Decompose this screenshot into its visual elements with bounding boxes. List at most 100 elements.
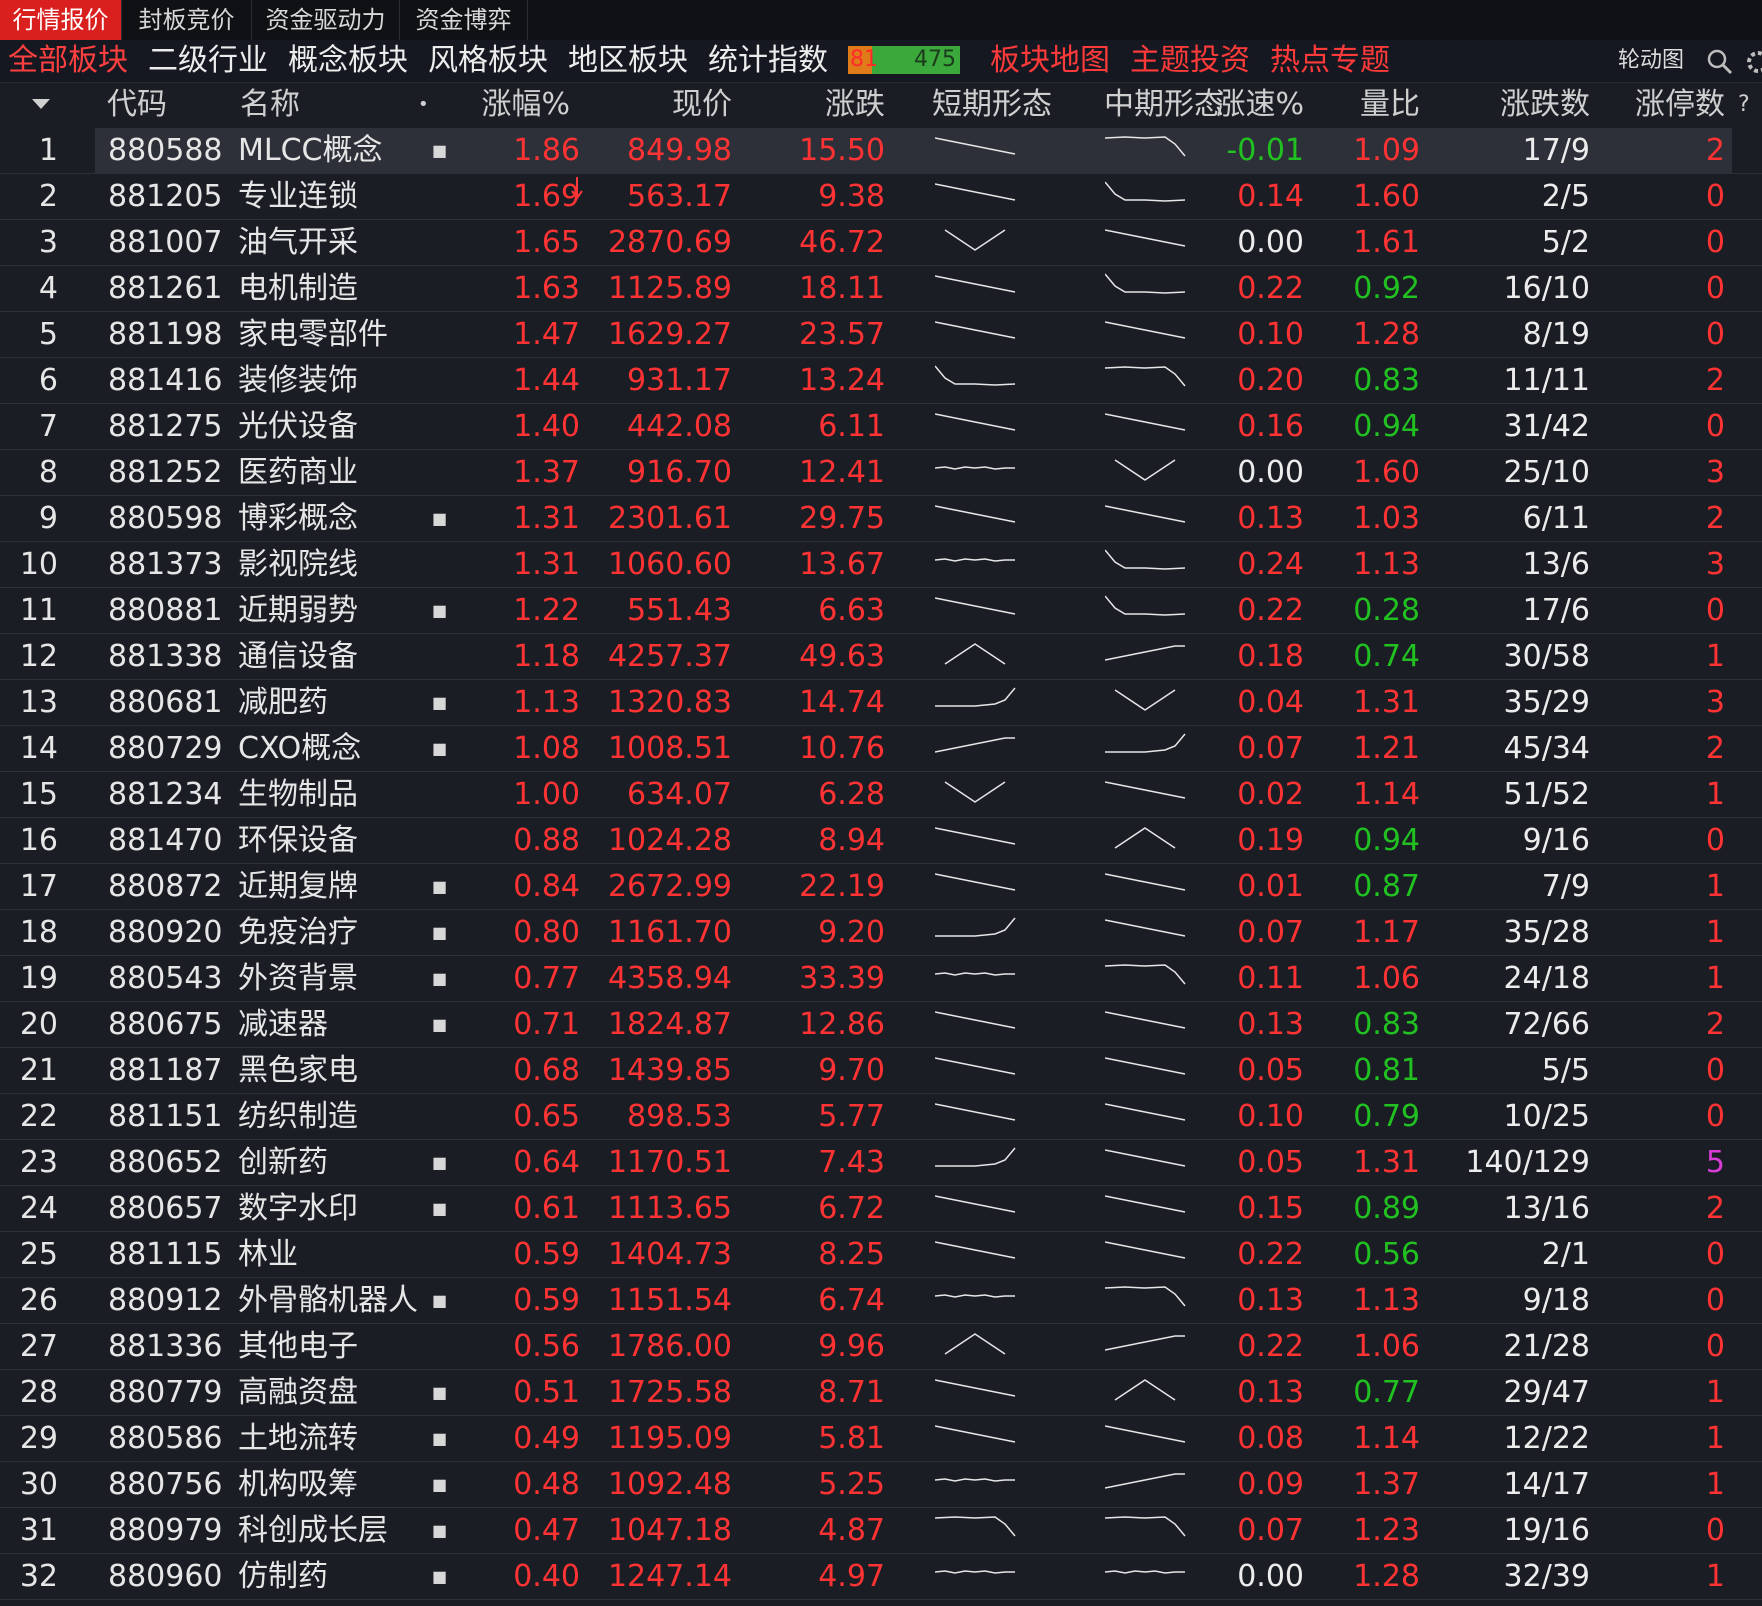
table-row[interactable]: 15 881234 生物制品 1.00 634.07 6.28 0.02 1.14 51/52 1	[0, 772, 1762, 818]
short-pattern-sparkline	[935, 1516, 1016, 1537]
category-concept[interactable]: 概念板块	[288, 40, 408, 82]
price-value: 1404.73	[607, 1237, 732, 1272]
table-row[interactable]: 25 881115 林业 0.59 1404.73 8.25 0.22 0.56 2/1 0	[0, 1232, 1762, 1278]
column-header-dot[interactable]: •	[418, 83, 429, 127]
table-row[interactable]: 20 880675 减速器 ■ 0.71 1824.87 12.86 0.13 0.83 72/6…	[0, 1002, 1762, 1048]
table-row[interactable]: 6 881416 装修装饰 1.44 931.17 13.24 0.20 0.83 11/11 2	[0, 358, 1762, 404]
volume-ratio-value: 1.28	[1353, 1559, 1420, 1594]
table-row[interactable]: 23 880652 创新药 ■ 0.64 1170.51 7.43 0.05 1.31 140/1…	[0, 1140, 1762, 1186]
sector-map-link[interactable]: 板块地图	[990, 40, 1110, 82]
table-row[interactable]: 19 880543 外资背景 ■ 0.77 4358.94 33.39 0.11 1.06 24/…	[0, 956, 1762, 1002]
change-value: 5.77	[818, 1099, 885, 1134]
column-header-change[interactable]: 涨跌	[760, 83, 885, 127]
column-header-price[interactable]: 现价	[600, 83, 732, 127]
mid-pattern-sparkline	[1105, 321, 1186, 339]
speed-value: 0.20	[1237, 363, 1304, 398]
updown-count-value: 11/11	[1503, 363, 1590, 398]
short-pattern-sparkline	[935, 1241, 1016, 1259]
table-row[interactable]: 9 880598 博彩概念 ■ 1.31 2301.61 29.75 0.13 1.03 6/11…	[0, 496, 1762, 542]
short-pattern-sparkline	[935, 365, 1016, 386]
table-row[interactable]: 5 881198 家电零部件 1.47 1629.27 23.57 0.10 1.28 8/19…	[0, 312, 1762, 358]
table-row[interactable]: 8 881252 医药商业 1.37 916.70 12.41 0.00 1.60 25/10 3	[0, 450, 1762, 496]
sector-name: 减肥药	[238, 685, 328, 720]
table-row[interactable]: 11 880881 近期弱势 ■ 1.22 551.43 6.63 0.22 0.28 17/6 0	[0, 588, 1762, 634]
volume-ratio-value: 1.03	[1353, 501, 1420, 536]
column-header-limit-up-count[interactable]: 涨停数	[1620, 83, 1725, 127]
table-row[interactable]: 28 880779 高融资盘 ■ 0.51 1725.58 8.71 0.13 0.77 29/4…	[0, 1370, 1762, 1416]
table-row[interactable]: 32 880960 仿制药 ■ 0.40 1247.14 4.97 0.00 1.28 32/39…	[0, 1554, 1762, 1600]
help-icon[interactable]: ?	[1738, 83, 1750, 127]
speed-value: 0.13	[1237, 1283, 1304, 1318]
short-pattern-sparkline	[935, 558, 1015, 562]
table-row[interactable]: 30 880756 机构吸筹 ■ 0.48 1092.48 5.25 0.09 1.37 14/1…	[0, 1462, 1762, 1508]
tab-quotes[interactable]: 行情报价	[0, 0, 122, 40]
mid-pattern-sparkline	[1105, 1103, 1186, 1121]
table-row[interactable]: 14 880729 CXO概念 ■ 1.08 1008.51 10.76 0.07 1.21 45…	[0, 726, 1762, 772]
sector-code: 880729	[108, 731, 223, 766]
table-row[interactable]: 1 880588 MLCC概念 ■ 1.86 849.98 15.50 -0.01 1.09 17…	[0, 128, 1762, 174]
category-stat-index[interactable]: 统计指数	[708, 40, 828, 82]
sector-code: 881275	[108, 409, 223, 444]
price-value: 2870.69	[607, 225, 732, 260]
theme-invest-link[interactable]: 主题投资	[1130, 40, 1250, 82]
row-index: 8	[38, 455, 58, 490]
tab-capital-drive[interactable]: 资金驱动力	[252, 0, 400, 40]
column-header-short-pattern[interactable]: 短期形态	[932, 83, 1052, 127]
search-icon[interactable]	[1706, 48, 1734, 76]
sector-code: 880920	[108, 915, 223, 950]
sort-menu-icon[interactable]	[30, 97, 52, 111]
sector-name: 数字水印	[238, 1191, 358, 1226]
sector-name: 黑色家电	[238, 1053, 358, 1088]
short-pattern-sparkline	[935, 505, 1016, 523]
price-value: 551.43	[627, 593, 732, 628]
table-row[interactable]: 4 881261 电机制造 1.63 1125.89 18.11 0.22 0.92 16/10…	[0, 266, 1762, 312]
change-pct-value: 1.69	[513, 179, 580, 214]
table-row[interactable]: 16 881470 环保设备 0.88 1024.28 8.94 0.19 0.94 9/16 0	[0, 818, 1762, 864]
category-all[interactable]: 全部板块	[8, 40, 128, 82]
table-row[interactable]: 26 880912 外骨骼机器人 ■ 0.59 1151.54 6.74 0.13 1.13 9/…	[0, 1278, 1762, 1324]
column-header-speed[interactable]: 涨速%	[1190, 83, 1304, 127]
updown-count-value: 140/129	[1465, 1145, 1590, 1180]
table-row[interactable]: 21 881187 黑色家电 0.68 1439.85 9.70 0.05 0.81 5/5 0	[0, 1048, 1762, 1094]
table-row[interactable]: 18 880920 免疫治疗 ■ 0.80 1161.70 9.20 0.07 1.17 35/2…	[0, 910, 1762, 956]
table-row[interactable]: 13 880681 减肥药 ■ 1.13 1320.83 14.74 0.04 1.31 35/2…	[0, 680, 1762, 726]
rotation-chart-link[interactable]: 轮动图	[1618, 40, 1684, 82]
column-header-change-pct[interactable]: 涨幅%	[440, 83, 570, 127]
category-style[interactable]: 风格板块	[428, 40, 548, 82]
table-row[interactable]: 7 881275 光伏设备 1.40 442.08 6.11 0.16 0.94 31/42 0	[0, 404, 1762, 450]
updown-count-value: 24/18	[1503, 961, 1590, 996]
table-row[interactable]: 12 881338 通信设备 1.18 4257.37 49.63 0.18 0.74 30/5…	[0, 634, 1762, 680]
tab-capital-game[interactable]: 资金博弈	[400, 0, 528, 40]
table-row[interactable]: 22 881151 纺织制造 0.65 898.53 5.77 0.10 0.79 10/25 0	[0, 1094, 1762, 1140]
column-header-volume-ratio[interactable]: 量比	[1330, 83, 1420, 127]
mid-pattern-sparkline	[1105, 505, 1186, 523]
table-row[interactable]: 27 881336 其他电子 0.56 1786.00 9.96 0.22 1.06 21/28…	[0, 1324, 1762, 1370]
column-header-code[interactable]: 代码	[107, 83, 167, 127]
tab-limit-auction[interactable]: 封板竞价	[122, 0, 252, 40]
row-index: 29	[19, 1421, 58, 1456]
column-header-updown-count[interactable]: 涨跌数	[1470, 83, 1590, 127]
table-row[interactable]: 2 881205 专业连锁 1.69 563.17 9.38 0.14 1.60 2/5 0	[0, 174, 1762, 220]
column-header-name[interactable]: 名称	[240, 83, 300, 127]
table-row[interactable]: 10 881373 影视院线 1.31 1060.60 13.67 0.24 1.13 13/6…	[0, 542, 1762, 588]
mid-pattern-sparkline	[1114, 827, 1176, 849]
hot-topic-link[interactable]: 热点专题	[1270, 40, 1390, 82]
speed-value: 0.24	[1237, 547, 1304, 582]
table-row[interactable]: 31 880979 科创成长层 ■ 0.47 1047.18 4.87 0.07 1.23 19/…	[0, 1508, 1762, 1554]
limit-up-count-value: 1	[1705, 915, 1725, 950]
short-pattern-sparkline	[935, 873, 1016, 891]
category-region[interactable]: 地区板块	[568, 40, 688, 82]
table-row[interactable]: 29 880586 土地流转 ■ 0.49 1195.09 5.81 0.08 1.14 12/2…	[0, 1416, 1762, 1462]
gear-icon[interactable]	[1744, 48, 1762, 76]
category-industry[interactable]: 二级行业	[148, 40, 268, 82]
sector-code: 880779	[108, 1375, 223, 1410]
volume-ratio-value: 1.14	[1353, 777, 1420, 812]
short-pattern-sparkline	[935, 183, 1016, 201]
updown-count-value: 8/19	[1522, 317, 1590, 352]
table-row[interactable]: 3 881007 油气开采 1.65 2870.69 46.72 0.00 1.61 5/2 0	[0, 220, 1762, 266]
limit-up-count-value: 0	[1705, 1513, 1725, 1548]
table-row[interactable]: 24 880657 数字水印 ■ 0.61 1113.65 6.72 0.15 0.89 13/1…	[0, 1186, 1762, 1232]
table-row[interactable]: 17 880872 近期复牌 ■ 0.84 2672.99 22.19 0.01 0.87 7/9…	[0, 864, 1762, 910]
sector-name: CXO概念	[238, 731, 362, 766]
short-pattern-sparkline	[935, 972, 1015, 976]
